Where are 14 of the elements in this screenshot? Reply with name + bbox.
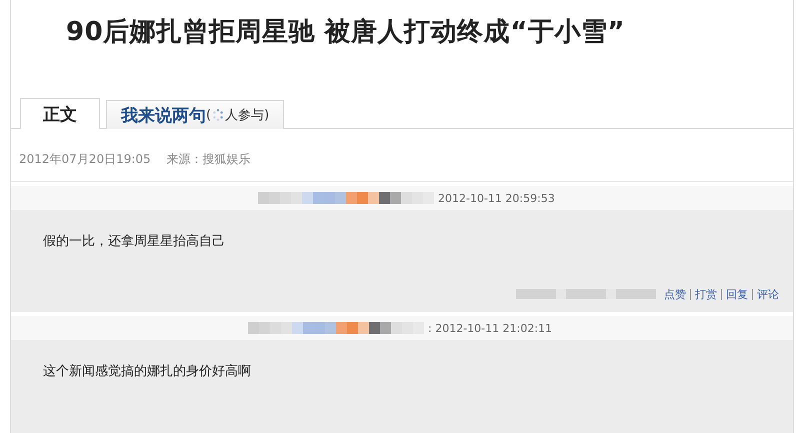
comment-text: 这个新闻感觉搞的娜扎的身价好高啊 xyxy=(42,363,252,381)
tab[interactable]: 正文 xyxy=(20,98,100,129)
article-title: 90后娜扎曾拒周星驰 被唐人打动终成“于小雪” xyxy=(65,16,626,49)
action-link[interactable]: 评论 xyxy=(757,286,779,302)
comment-time: 2012-10-11 20:59:53 xyxy=(438,192,555,204)
loading-icon xyxy=(212,109,224,121)
news-source: 来源：搜狐娱乐 xyxy=(166,151,251,168)
action-link[interactable]: 回复 xyxy=(726,286,748,302)
comment-time: : 2012-10-11 21:02:11 xyxy=(428,322,552,334)
action-link[interactable]: 点赞 xyxy=(664,286,686,302)
comment-text: 假的一比，还拿周星星抬高自己 xyxy=(42,233,226,251)
publish-date: 2012年07月20日19:05 xyxy=(19,151,151,168)
tab[interactable]: 我来说两句( 人参与) xyxy=(106,100,284,129)
action-link[interactable]: 打赏 xyxy=(695,286,717,302)
